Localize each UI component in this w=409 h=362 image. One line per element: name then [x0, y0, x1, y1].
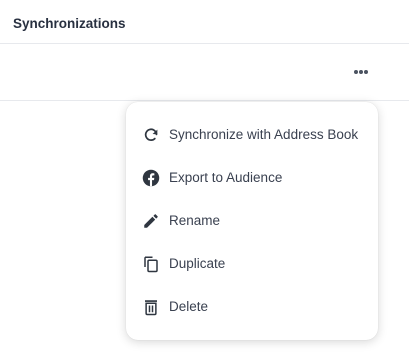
sync-icon — [142, 126, 160, 144]
menu-item-export-audience[interactable]: Export to Audience — [126, 157, 378, 200]
more-dot — [359, 70, 363, 74]
menu-item-label: Export to Audience — [169, 170, 283, 185]
menu-item-label: Delete — [169, 299, 209, 314]
trash-icon — [142, 298, 160, 316]
menu-item-duplicate[interactable]: Duplicate — [126, 243, 378, 286]
menu-item-label: Duplicate — [169, 256, 226, 271]
context-menu: Synchronize with Address Book Export to … — [126, 102, 378, 340]
more-options-button[interactable] — [345, 59, 377, 85]
menu-item-delete[interactable]: Delete — [126, 286, 378, 329]
more-horizontal-icon — [354, 70, 358, 74]
section-title: Synchronizations — [13, 16, 126, 31]
menu-item-label: Synchronize with Address Book — [169, 127, 359, 142]
more-dot — [364, 70, 368, 74]
facebook-icon — [142, 169, 160, 187]
menu-item-rename[interactable]: Rename — [126, 200, 378, 243]
menu-item-synchronize[interactable]: Synchronize with Address Book — [126, 114, 378, 157]
synchronizations-header: Synchronizations — [0, 0, 409, 44]
synchronization-row — [0, 44, 409, 101]
copy-icon — [142, 255, 160, 273]
menu-item-label: Rename — [169, 213, 221, 228]
pencil-icon — [142, 212, 160, 230]
